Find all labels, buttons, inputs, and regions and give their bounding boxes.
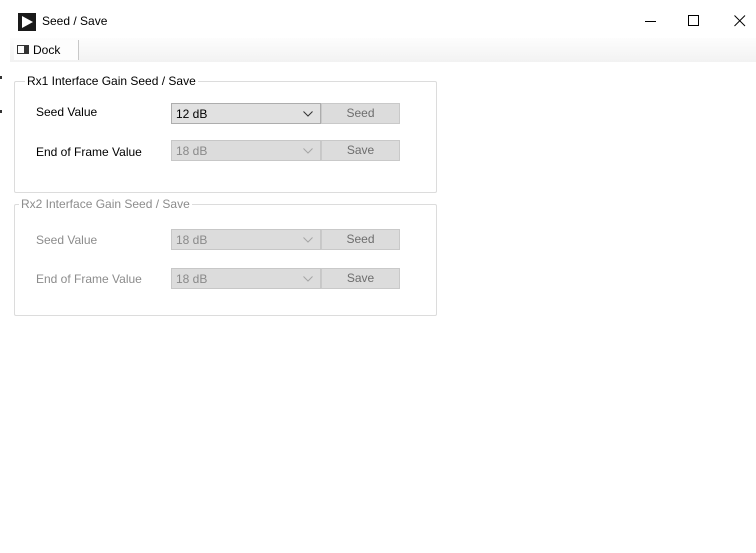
rx1-eof-value-label: End of Frame Value [36,145,142,159]
close-button[interactable] [725,8,755,34]
rx1-eof-value-select[interactable]: 18 dB [171,140,321,161]
background-window-edge [0,74,3,114]
close-icon [734,15,746,27]
rx2-eof-value-label: End of Frame Value [36,272,142,286]
dock-button[interactable]: Dock [14,40,79,60]
maximize-icon [688,15,699,26]
dock-label: Dock [33,43,61,57]
rx1-seed-value-select[interactable]: 12 dB [171,103,321,124]
chevron-down-icon [303,148,313,154]
rx1-seed-value-label: Seed Value [36,105,98,119]
toolstrip: Dock [10,38,756,62]
rx1-seed-button[interactable]: Seed [321,103,400,124]
rx2-seed-value: 18 dB [176,233,208,247]
rx2-eof-value: 18 dB [176,272,208,286]
rx2-save-button[interactable]: Save [321,268,400,289]
rx2-seed-value-select[interactable]: 18 dB [171,229,321,250]
maximize-button[interactable] [679,8,709,34]
rx1-save-button[interactable]: Save [321,140,400,161]
chevron-down-icon [303,237,313,243]
rx2-seed-value-label: Seed Value [36,233,98,247]
rx1-eof-value: 18 dB [176,144,208,158]
chevron-down-icon [303,111,313,117]
rx1-group-title: Rx1 Interface Gain Seed / Save [25,74,198,88]
rx1-seed-value: 12 dB [176,107,208,121]
minimize-button[interactable] [636,8,666,34]
dock-icon [17,45,29,54]
title-bar[interactable]: Seed / Save [10,0,756,38]
window-title: Seed / Save [42,14,108,28]
rx2-group-title: Rx2 Interface Gain Seed / Save [19,197,192,211]
rx2-eof-value-select[interactable]: 18 dB [171,268,321,289]
rx2-gain-group: Rx2 Interface Gain Seed / Save Seed Valu… [14,197,437,316]
minimize-icon [645,21,656,22]
rx2-seed-button[interactable]: Seed [321,229,400,250]
rx1-gain-group: Rx1 Interface Gain Seed / Save Seed Valu… [14,74,437,193]
chevron-down-icon [303,276,313,282]
app-logo-icon [18,13,36,31]
